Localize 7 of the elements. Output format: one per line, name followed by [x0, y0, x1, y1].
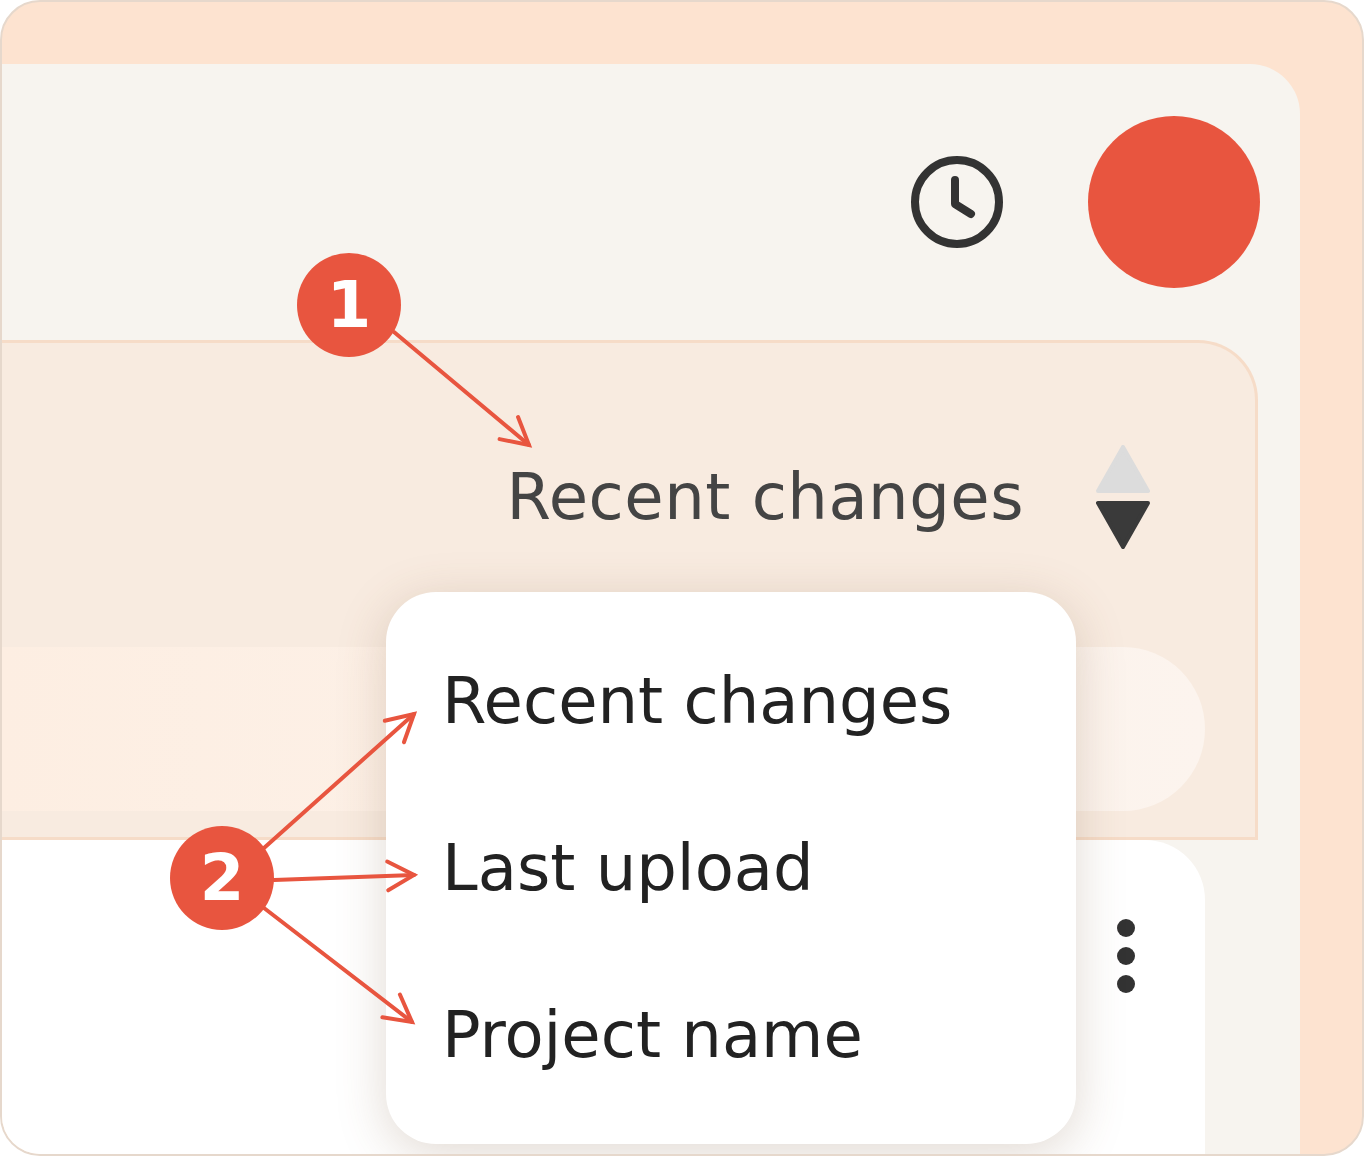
kebab-menu-icon[interactable]: [1115, 918, 1137, 994]
clock-icon[interactable]: [909, 154, 1005, 250]
sort-icon[interactable]: [1096, 445, 1150, 549]
menu-item[interactable]: Recent changes: [442, 618, 953, 785]
sort-label[interactable]: Recent changes: [506, 460, 1024, 534]
menu-item[interactable]: Last upload: [442, 785, 814, 952]
menu-item[interactable]: Project name: [442, 952, 863, 1119]
